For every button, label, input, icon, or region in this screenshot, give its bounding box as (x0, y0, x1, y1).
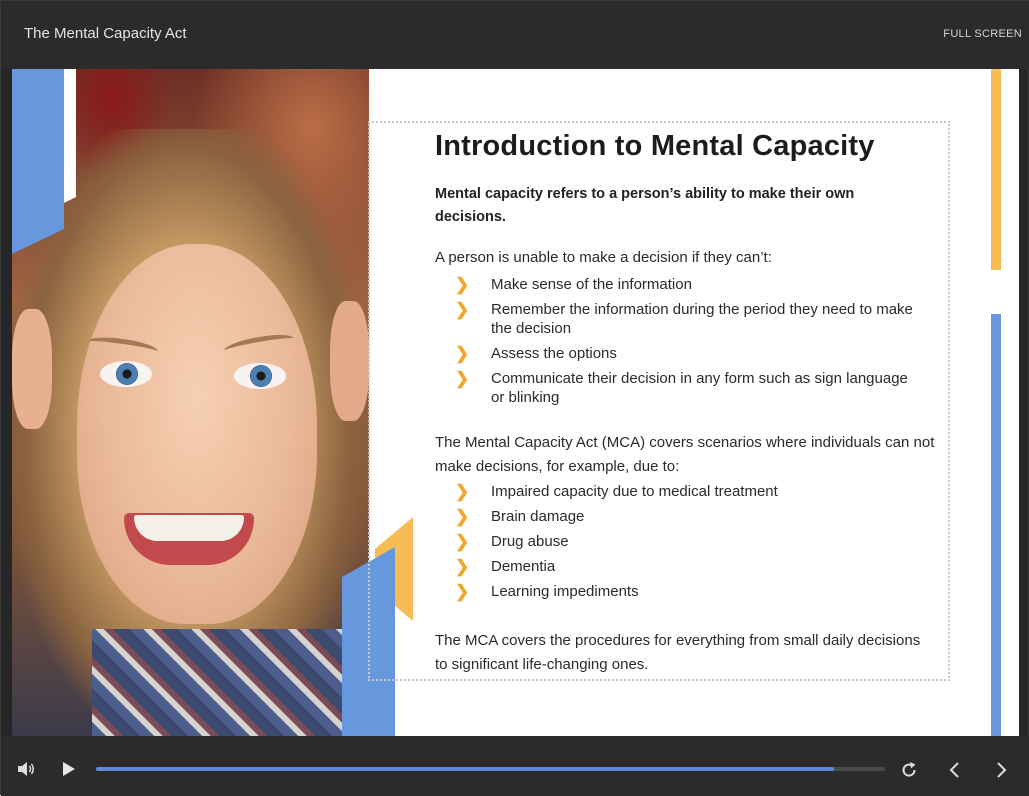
chevron-right-icon: ❯ (455, 369, 470, 388)
play-icon[interactable] (61, 760, 77, 778)
slide-lead: Mental capacity refers to a person’s abi… (435, 186, 855, 225)
title-bar: The Mental Capacity Act FULL SCREEN (1, 1, 1029, 69)
photo-hand-right (330, 301, 369, 421)
chevron-right-icon: ❯ (455, 344, 470, 363)
chevron-right-icon: ❯ (455, 532, 470, 551)
photo-shirt (92, 629, 369, 736)
white-strip-top-left (64, 69, 76, 203)
list-item: ❯ Assess the options (455, 344, 617, 363)
list-item: ❯ Impaired capacity due to medical treatm… (455, 482, 778, 501)
chevron-right-icon: ❯ (455, 507, 470, 526)
slide: Introduction to Mental Capacity Mental c… (12, 69, 1019, 736)
blue-shape-top-left (12, 69, 64, 254)
paragraph-procedures: The MCA covers the procedures for everyt… (435, 632, 921, 673)
list-item: ❯ Make sense of the information (455, 275, 692, 294)
replay-icon[interactable] (898, 759, 920, 781)
photo-eye-left (100, 361, 152, 387)
orange-bar-right (991, 69, 1001, 270)
slide-heading: Introduction to Mental Capacity (435, 130, 875, 162)
progress-fill (96, 767, 834, 771)
list-item: ❯ Drug abuse (455, 532, 569, 551)
next-icon[interactable] (993, 759, 1011, 781)
photo-teeth (134, 515, 244, 541)
chevron-right-icon: ❯ (455, 482, 470, 501)
chevron-right-icon: ❯ (455, 300, 470, 319)
photo-hand-left (12, 309, 52, 429)
chevron-right-icon: ❯ (455, 582, 470, 601)
volume-icon[interactable] (15, 760, 37, 778)
fullscreen-button[interactable]: FULL SCREEN (943, 28, 1022, 40)
progress-bar[interactable] (96, 767, 885, 771)
photo-face (77, 244, 317, 624)
list-item: ❯ Communicate their decision in any form … (455, 369, 908, 406)
chevron-right-icon: ❯ (455, 557, 470, 576)
previous-icon[interactable] (945, 759, 963, 781)
paragraph-intro: A person is unable to make a decision if… (435, 249, 772, 266)
list-item: ❯ Remember the information during the per… (455, 300, 913, 337)
course-title: The Mental Capacity Act (24, 25, 187, 42)
player-controls (1, 736, 1029, 796)
scenarios-list: ❯ Impaired capacity due to medical treatm… (455, 482, 915, 607)
player-window: The Mental Capacity Act FULL SCREEN Intr… (0, 0, 1029, 796)
blue-bar-right (991, 314, 1001, 736)
chevron-right-icon: ❯ (455, 275, 470, 294)
list-item: ❯ Brain damage (455, 507, 585, 526)
inability-list: ❯ Make sense of the information ❯ Remember… (455, 275, 915, 413)
paragraph-mca: The Mental Capacity Act (MCA) covers sce… (435, 434, 935, 475)
photo-eye-right (234, 363, 286, 389)
list-item: ❯ Dementia (455, 557, 556, 576)
list-item: ❯ Learning impediments (455, 582, 639, 601)
